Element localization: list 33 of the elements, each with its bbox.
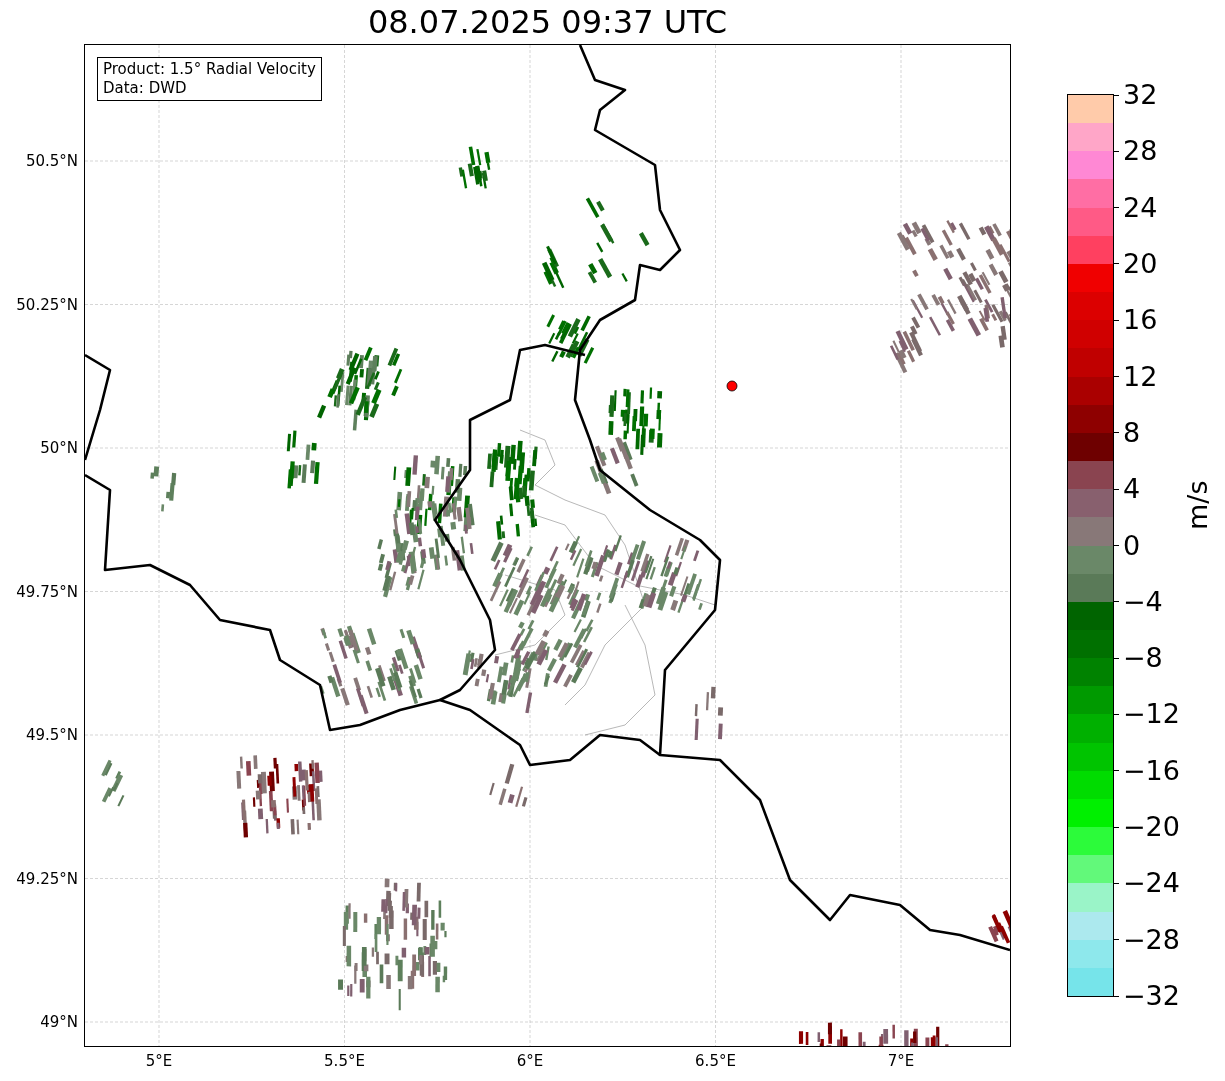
colorbar-tick-label: −20 [1123, 812, 1180, 843]
info-text: Product: 1.5° Radial Velocity [103, 60, 316, 79]
longitude-label: 6°E [516, 1052, 544, 1070]
longitude-label: 5.5°E [324, 1052, 365, 1070]
chart-title: 08.07.2025 09:37 UTC [367, 2, 728, 43]
longitude-label: 7°E [887, 1052, 915, 1070]
latitude-label: 49.5°N [25, 726, 78, 744]
latitude-label: 49.25°N [16, 869, 78, 888]
colorbar-tick-label: 32 [1123, 80, 1158, 110]
latitude-label: 50.25°N [16, 295, 78, 314]
info-text: Data: DWD [103, 79, 188, 98]
colorbar-tick-label: 4 [1123, 474, 1141, 505]
colorbar-tick-label: 8 [1123, 417, 1141, 448]
colorbar-tick-label: 16 [1123, 305, 1158, 336]
latitude-label: 49°N [40, 1013, 78, 1031]
colorbar-tick-label: −32 [1123, 981, 1180, 1011]
colorbar-tick-label: 28 [1123, 136, 1158, 167]
colorbar-tick-label: 0 [1123, 530, 1141, 561]
colorbar-tick-label: 12 [1123, 361, 1158, 392]
latitude-label: 49.75°N [16, 582, 78, 601]
colorbar-tick-label: −4 [1123, 586, 1163, 617]
colorbar-label: m/s [1182, 480, 1213, 530]
colorbar-tick-label: 24 [1123, 192, 1158, 223]
latitude-label: 50°N [40, 439, 78, 457]
colorbar-tick-label: −8 [1123, 643, 1163, 674]
colorbar-tick-label: −16 [1123, 755, 1180, 786]
latitude-label: 50.5°N [25, 152, 78, 170]
colorbar-tick-label: −28 [1123, 924, 1180, 955]
colorbar-tick-label: −12 [1123, 699, 1180, 730]
longitude-label: 5°E [145, 1052, 173, 1070]
colorbar-tick-label: −24 [1123, 868, 1180, 899]
longitude-label: 6.5°E [695, 1052, 736, 1070]
colorbar-tick-label: 20 [1123, 248, 1158, 279]
